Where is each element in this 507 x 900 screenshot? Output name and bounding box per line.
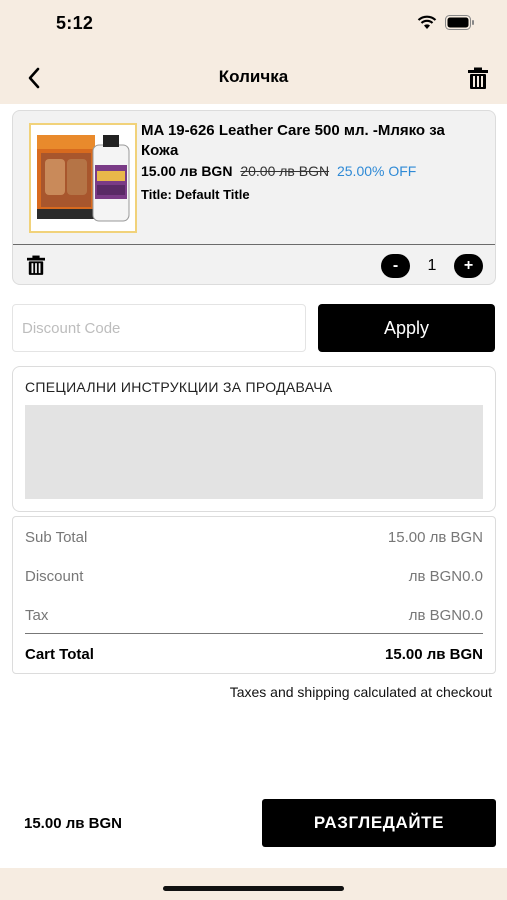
- footer-total: 15.00 лв BGN: [24, 815, 122, 832]
- product-image[interactable]: [29, 123, 137, 233]
- subtotal-label: Sub Total: [25, 529, 88, 546]
- instructions-textarea[interactable]: [25, 405, 483, 499]
- discount-value: лв BGN0.0: [408, 568, 483, 585]
- wifi-icon: [417, 15, 437, 29]
- product-illustration: [37, 135, 130, 222]
- navigation-bar: Количка: [0, 52, 507, 104]
- tax-label: Tax: [25, 607, 49, 624]
- battery-icon: [445, 15, 474, 30]
- home-indicator-area: [0, 868, 507, 900]
- discount-code-input[interactable]: [12, 304, 306, 352]
- subtotal-value: 15.00 лв BGN: [387, 529, 483, 546]
- home-indicator[interactable]: [163, 886, 344, 891]
- decrement-button[interactable]: -: [381, 254, 410, 278]
- price-row: 15.00 лв BGN 20.00 лв BGN 25.00% OFF: [141, 163, 416, 179]
- compare-at-price: 20.00 лв BGN: [240, 163, 330, 179]
- discount-row: Discount лв BGN0.0: [25, 568, 483, 585]
- cart-total-row: Cart Total 15.00 лв BGN: [25, 646, 483, 663]
- tax-shipping-note: Taxes and shipping calculated at checkou…: [229, 684, 492, 700]
- tax-value: лв BGN0.0: [408, 607, 483, 624]
- page-title: Количка: [218, 67, 289, 86]
- quantity-value: 1: [427, 257, 437, 274]
- discount-percent: 25.00% OFF: [336, 163, 417, 179]
- instructions-label: СПЕЦИАЛНИ ИНСТРУКЦИИ ЗА ПРОДАВАЧА: [25, 379, 333, 395]
- clear-cart-button[interactable]: [465, 64, 491, 92]
- product-variant: Title: Default Title: [141, 187, 250, 202]
- product-price: 15.00 лв BGN: [141, 163, 233, 179]
- status-icons: [417, 15, 475, 30]
- remove-item-button[interactable]: [27, 255, 47, 277]
- tax-row: Tax лв BGN0.0: [25, 607, 483, 624]
- trash-icon: [468, 67, 488, 89]
- status-bar: 5:12: [0, 0, 507, 52]
- order-summary: Sub Total 15.00 лв BGN Discount лв BGN0.…: [12, 516, 496, 674]
- checkout-button[interactable]: РАЗГЛЕДАЙТЕ: [262, 799, 496, 847]
- apply-discount-button[interactable]: Apply: [318, 304, 495, 352]
- special-instructions: СПЕЦИАЛНИ ИНСТРУКЦИИ ЗА ПРОДАВАЧА: [12, 366, 496, 512]
- cart-total-label: Cart Total: [25, 646, 94, 663]
- subtotal-row: Sub Total 15.00 лв BGN: [25, 529, 483, 546]
- trash-icon: [27, 255, 45, 275]
- discount-label: Discount: [25, 568, 84, 585]
- quantity-stepper: - 1 +: [381, 254, 483, 278]
- status-time: 5:12: [56, 13, 94, 33]
- summary-divider: [25, 633, 483, 634]
- product-name[interactable]: MA 19-626 Leather Care 500 мл. -Мляко за…: [141, 121, 486, 161]
- cart-total-value: 15.00 лв BGN: [385, 646, 483, 663]
- cart-item: MA 19-626 Leather Care 500 мл. -Мляко за…: [12, 110, 496, 285]
- increment-button[interactable]: +: [454, 254, 483, 278]
- item-divider: [13, 244, 495, 245]
